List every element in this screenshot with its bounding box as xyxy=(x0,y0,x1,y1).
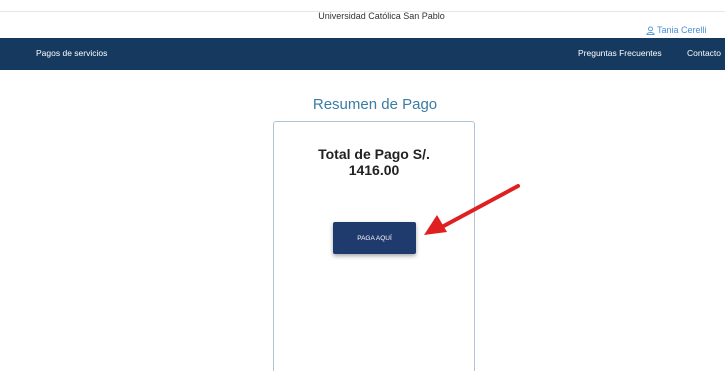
user-menu[interactable]: Tania Cerelli xyxy=(646,25,707,35)
payment-summary-page: Universidad Católica San Pablo Tania Cer… xyxy=(0,0,725,371)
red-arrow-annotation xyxy=(424,184,520,235)
user-name[interactable]: Tania Cerelli xyxy=(657,25,707,35)
total-label: Total de Pago S/. xyxy=(318,146,430,162)
user-icon xyxy=(646,25,655,35)
nav-services-link[interactable]: Pagos de servicios xyxy=(36,48,107,58)
payment-card: Total de Pago S/. 1416.00 PAGA AQUÍ xyxy=(273,121,475,371)
total-amount: 1416.00 xyxy=(348,162,400,178)
nav-faq-link[interactable]: Preguntas Frecuentes xyxy=(578,48,662,58)
university-name: Universidad Católica San Pablo xyxy=(318,11,445,21)
nav-contact-link[interactable]: Contacto xyxy=(687,48,721,58)
main-navbar: Pagos de servicios Preguntas Frecuentes … xyxy=(0,38,725,70)
summary-title: Resumen de Pago xyxy=(312,96,438,113)
pay-here-button[interactable]: PAGA AQUÍ xyxy=(333,222,416,254)
